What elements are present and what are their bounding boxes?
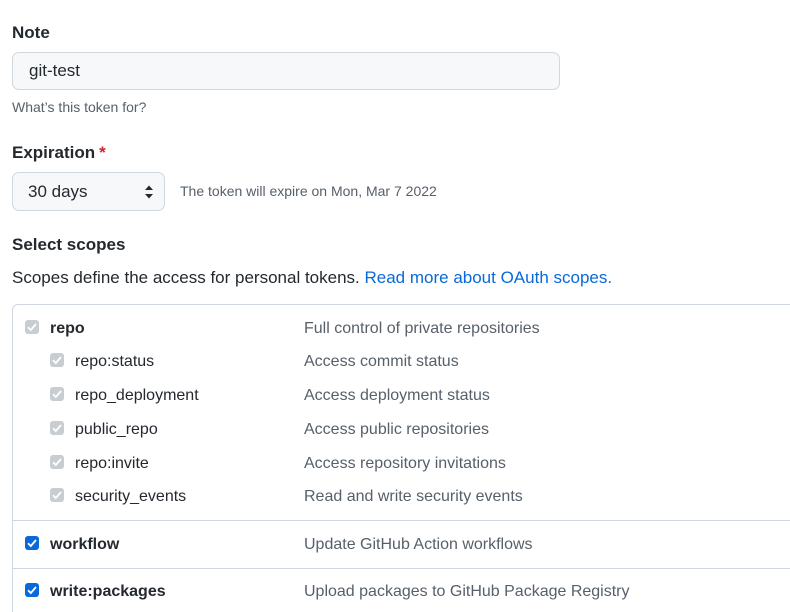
check-icon <box>52 356 62 365</box>
scope-name: security_events <box>75 488 187 505</box>
scope-checkbox-repo-status[interactable] <box>50 353 64 367</box>
check-icon <box>27 323 37 332</box>
scopes-title: Select scopes <box>12 235 126 254</box>
required-mark: * <box>99 143 106 162</box>
check-icon <box>27 539 37 548</box>
scope-checkbox-repo-deployment[interactable] <box>50 387 64 401</box>
scope-checkbox-repo-invite[interactable] <box>50 455 64 469</box>
expiration-label-text: Expiration <box>12 143 96 162</box>
scope-checkbox-workflow[interactable] <box>25 536 39 550</box>
scope-name: repo_deployment <box>75 387 199 404</box>
scope-description: Access deployment status <box>304 387 490 404</box>
check-icon <box>52 458 62 467</box>
check-icon <box>52 491 62 500</box>
note-label: Note <box>12 23 50 42</box>
scope-description: Full control of private repositories <box>304 320 540 337</box>
scopes-divider <box>12 520 790 521</box>
scope-description: Update GitHub Action workflows <box>304 536 533 553</box>
expiration-select[interactable]: 30 days <box>12 172 165 211</box>
oauth-scopes-link[interactable]: Read more about OAuth scopes. <box>365 268 613 287</box>
note-input[interactable] <box>12 52 560 90</box>
token-form: Note What’s this token for? Expiration* … <box>0 0 790 612</box>
scope-name: repo <box>50 320 85 337</box>
scopes-divider <box>12 568 790 569</box>
expiration-selected-value: 30 days <box>28 181 88 201</box>
scope-name: workflow <box>50 536 120 553</box>
scope-name: public_repo <box>75 421 158 438</box>
scopes-description-text: Scopes define the access for personal to… <box>12 268 360 287</box>
scope-name: repo:status <box>75 353 155 370</box>
check-icon <box>52 424 62 433</box>
expiration-info: The token will expire on Mon, Mar 7 2022 <box>180 183 437 199</box>
scope-description: Access commit status <box>304 353 459 370</box>
scopes-description: Scopes define the access for personal to… <box>12 268 612 288</box>
scope-checkbox-public-repo[interactable] <box>50 421 64 435</box>
scope-description: Read and write security events <box>304 488 523 505</box>
scope-description: Access repository invitations <box>304 455 506 472</box>
scope-checkbox-write-packages[interactable] <box>25 583 39 597</box>
scope-checkbox-repo[interactable] <box>25 320 39 334</box>
expiration-label: Expiration * <box>12 143 106 163</box>
scope-description: Upload packages to GitHub Package Regist… <box>304 583 630 600</box>
scope-name: repo:invite <box>75 455 149 472</box>
scope-checkbox-security-events[interactable] <box>50 488 64 502</box>
note-hint: What’s this token for? <box>12 99 147 115</box>
select-caret-icon <box>145 185 153 199</box>
scope-name: write:packages <box>50 583 166 600</box>
scope-description: Access public repositories <box>304 421 489 438</box>
check-icon <box>27 586 37 595</box>
check-icon <box>52 390 62 399</box>
